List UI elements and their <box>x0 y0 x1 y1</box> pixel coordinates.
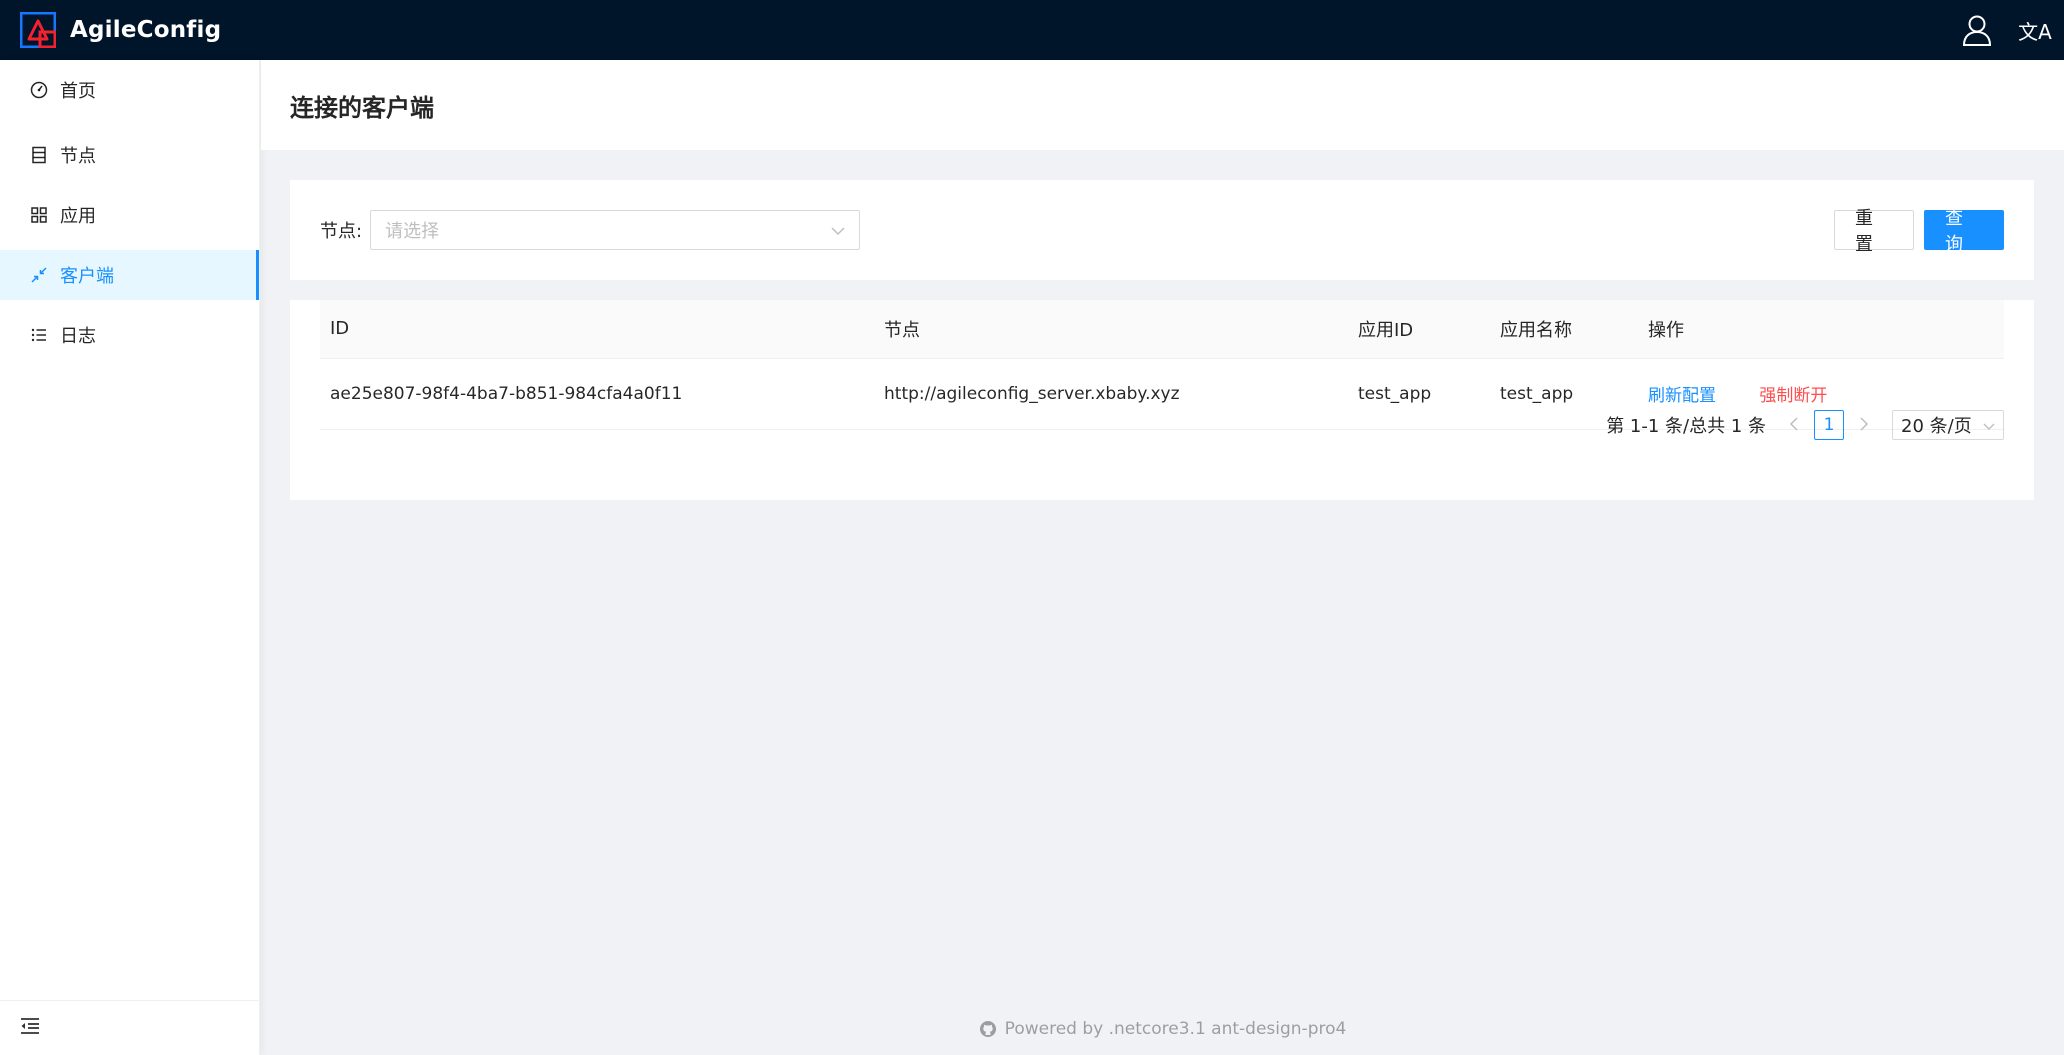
shrink-icon <box>30 266 48 284</box>
chevron-down-icon <box>831 220 845 241</box>
clients-table-card: ID 节点 应用ID 应用名称 操作 ae25e807-98f4-4ba7-b8… <box>290 300 2034 500</box>
cell-client-id: ae25e807-98f4-4ba7-b851-984cfa4a0f11 <box>320 358 874 430</box>
sidebar-item-logs[interactable]: 日志 <box>0 310 259 360</box>
column-header-app-id[interactable]: 应用ID <box>1348 300 1490 359</box>
cell-node: http://agileconfig_server.xbaby.xyz <box>874 358 1348 430</box>
menu-fold-icon[interactable] <box>20 1017 40 1040</box>
force-disconnect-link[interactable]: 强制断开 <box>1759 386 1827 406</box>
sidebar-item-label: 应用 <box>60 206 96 227</box>
sidebar-item-apps[interactable]: 应用 <box>0 190 259 240</box>
pagination-total: 第 1-1 条/总共 1 条 <box>1606 416 1766 437</box>
column-header-actions: 操作 <box>1638 300 2004 359</box>
chevron-down-icon <box>1983 415 1995 436</box>
search-form: 节点: 请选择 重 置 查 询 <box>290 180 2034 280</box>
lang-glyph: 文A <box>2018 19 2052 44</box>
footer-text: Powered by .netcore3.1 ant-design-pro4 <box>1004 1019 1347 1039</box>
unordered-list-icon <box>30 326 48 344</box>
page-size-value: 20 条/页 <box>1901 416 1972 437</box>
node-select[interactable]: 请选择 <box>370 210 861 250</box>
page-title: 连接的客户端 <box>290 93 434 122</box>
query-button[interactable]: 查 询 <box>1924 208 2004 255</box>
table-header-row: ID 节点 应用ID 应用名称 操作 <box>320 300 2004 359</box>
sidebar-item-label: 首页 <box>60 81 96 102</box>
node-select-placeholder: 请选择 <box>385 221 440 242</box>
app-title: AgileConfig <box>70 17 222 43</box>
reset-button[interactable]: 重 置 <box>1834 208 1914 255</box>
page-item-current[interactable]: 1 <box>1814 410 1844 440</box>
sidebar: 首页 节点 应用 客户端 日志 <box>0 60 260 1055</box>
footer: Powered by .netcore3.1 ant-design-pro4 <box>261 1014 2064 1044</box>
appstore-icon <box>30 206 48 224</box>
node-field-label: 节点: <box>320 221 363 242</box>
top-header: AgileConfig 文A <box>0 0 2064 60</box>
cell-app-id: test_app <box>1348 358 1490 430</box>
sidebar-item-clients[interactable]: 客户端 <box>0 250 259 300</box>
sidebar-footer <box>0 1000 260 1055</box>
page-size-select[interactable]: 20 条/页 <box>1892 410 2004 440</box>
next-page-icon[interactable] <box>1854 416 1874 435</box>
column-header-app-name[interactable]: 应用名称 <box>1490 300 1638 359</box>
user-icon[interactable] <box>1948 0 2006 60</box>
column-header-id[interactable]: ID <box>320 300 874 359</box>
column-header-node[interactable]: 节点 <box>874 300 1348 359</box>
translation-icon[interactable]: 文A <box>2006 0 2064 60</box>
page-header: 连接的客户端 <box>261 60 2064 150</box>
database-icon <box>30 146 48 164</box>
prev-page-icon[interactable] <box>1784 416 1804 435</box>
sidebar-item-home[interactable]: 首页 <box>0 60 259 120</box>
sidebar-item-label: 客户端 <box>60 266 114 287</box>
dashboard-icon <box>30 81 48 99</box>
brand[interactable]: AgileConfig <box>20 0 221 60</box>
sidebar-item-nodes[interactable]: 节点 <box>0 130 259 180</box>
sidebar-item-label: 节点 <box>60 146 96 167</box>
refresh-config-link[interactable]: 刷新配置 <box>1648 386 1716 406</box>
sidebar-item-label: 日志 <box>60 326 96 347</box>
agileconfig-logo-icon <box>20 12 56 48</box>
github-icon[interactable] <box>979 1020 997 1038</box>
pagination: 第 1-1 条/总共 1 条 1 20 条/页 <box>1606 410 2004 440</box>
